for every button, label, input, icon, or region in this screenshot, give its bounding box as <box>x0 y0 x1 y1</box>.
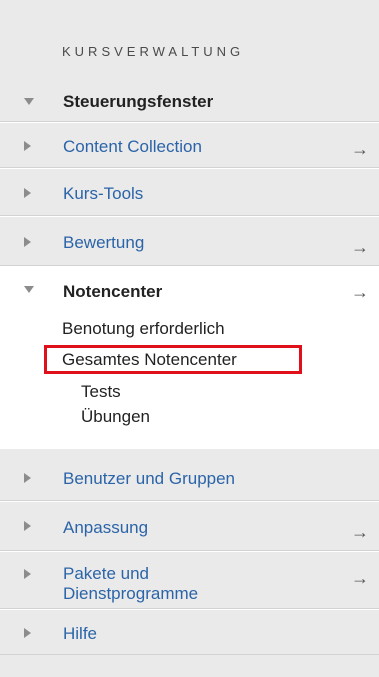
menu-item-kurs-tools[interactable]: Kurs-Tools <box>0 168 379 216</box>
submenu-item-tests[interactable]: Tests <box>81 382 121 401</box>
submenu-item-benotung-erforderlich[interactable]: Benotung erforderlich <box>62 319 225 338</box>
menu-item-label: Bewertung <box>63 233 145 252</box>
collapsed-triangle-icon <box>24 188 31 198</box>
arrow-right-icon[interactable]: → <box>351 522 369 543</box>
course-management-panel: KURSVERWALTUNG Steuerungsfenster Content… <box>0 0 379 677</box>
menu-item-label: Hilfe <box>63 624 98 643</box>
menu-item-label: Kurs-Tools <box>63 184 144 203</box>
menu-item-benutzer-und-gruppen[interactable]: Benutzer und Gruppen <box>0 449 379 501</box>
submenu-item-uebungen[interactable]: Übungen <box>81 407 150 426</box>
expanded-triangle-icon <box>24 286 34 293</box>
highlight-box <box>44 345 302 374</box>
menu-item-steuerungsfenster[interactable]: Steuerungsfenster <box>0 82 379 122</box>
menu-item-label: Benutzer und Gruppen <box>63 469 236 488</box>
menu-item-content-collection[interactable]: Content Collection → <box>0 122 379 168</box>
arrow-right-icon[interactable]: → <box>351 568 369 589</box>
menu-item-anpassung[interactable]: Anpassung → <box>0 501 379 551</box>
expanded-triangle-icon <box>24 98 34 105</box>
collapsed-triangle-icon <box>24 473 31 483</box>
collapsed-triangle-icon <box>24 521 31 531</box>
menu-item-label-line1: Pakete und <box>63 564 150 583</box>
collapsed-triangle-icon <box>24 141 31 151</box>
menu-item-bewertung[interactable]: Bewertung → <box>0 216 379 266</box>
menu-item-hilfe[interactable]: Hilfe <box>0 609 379 655</box>
collapsed-triangle-icon <box>24 237 31 247</box>
course-management-heading: KURSVERWALTUNG <box>62 44 245 59</box>
collapsed-triangle-icon <box>24 569 31 579</box>
arrow-right-icon[interactable]: → <box>351 139 369 160</box>
menu-item-pakete-und-dienstprogramme[interactable]: Pakete und Dienstprogramme → <box>0 551 379 609</box>
menu-item-label: Anpassung <box>63 518 149 537</box>
menu-item-label: Content Collection <box>63 137 202 156</box>
arrow-right-icon[interactable]: → <box>351 282 369 303</box>
collapsed-triangle-icon <box>24 628 31 638</box>
menu-item-label-line2: Dienstprogramme <box>63 584 199 603</box>
arrow-right-icon[interactable]: → <box>351 237 369 258</box>
menu-item-label: Steuerungsfenster <box>63 92 214 111</box>
menu-item-label[interactable]: Notencenter <box>63 282 162 301</box>
